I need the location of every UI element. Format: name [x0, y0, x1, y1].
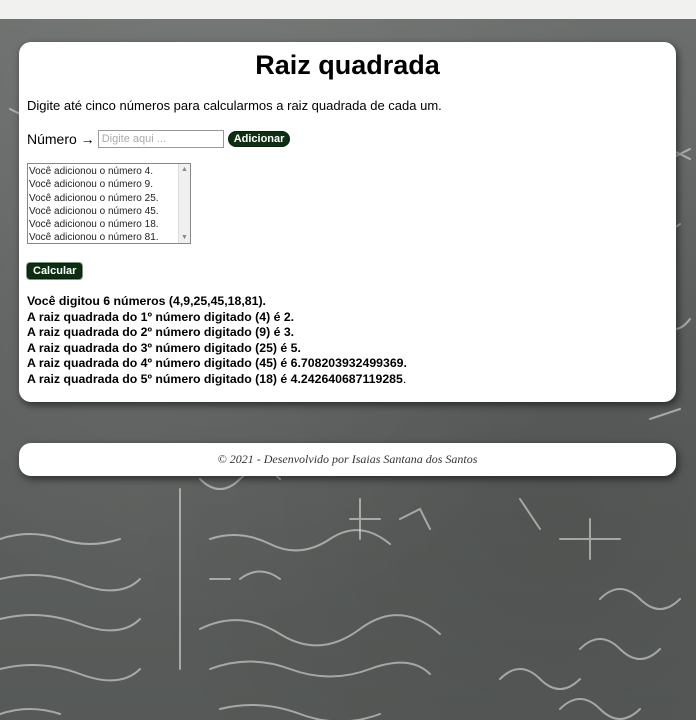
- page-description: Digite até cinco números para calcularmo…: [27, 98, 442, 113]
- listbox-scrollbar[interactable]: ▲ ▼: [178, 164, 190, 243]
- result-line: A raiz quadrada do 1º número digitado (4…: [27, 309, 295, 324]
- result-line: A raiz quadrada do 4º número digitado (4…: [27, 356, 407, 370]
- list-item[interactable]: Você adicionou o número 4.: [29, 165, 178, 178]
- result-line: A raiz quadrada do 2º número digitado (9…: [27, 325, 295, 339]
- list-item[interactable]: Você adicionou o número 9.: [29, 178, 178, 191]
- list-item[interactable]: Você adicionou o número 81.: [29, 231, 178, 243]
- results-block: Você digitou 6 números (4,9,25,45,18,81)…: [27, 294, 407, 387]
- list-item[interactable]: Você adicionou o número 45.: [29, 205, 178, 218]
- results-summary: Você digitou 6 números (4,9,25,45,18,81)…: [27, 294, 266, 308]
- scroll-up-icon[interactable]: ▲: [181, 166, 188, 173]
- footer: © 2021 - Desenvolvido por Isaias Santana…: [19, 443, 676, 476]
- result-line: A raiz quadrada do 3º número digitado (2…: [27, 340, 301, 355]
- add-button[interactable]: Adicionar: [227, 131, 291, 147]
- listbox-items: Você adicionou o número 4. Você adicionou…: [29, 165, 178, 243]
- result-lines: A raiz quadrada do 1º número digitado (4…: [27, 310, 407, 388]
- number-input[interactable]: [97, 130, 224, 148]
- numbers-listbox[interactable]: Você adicionou o número 4. Você adicionou…: [27, 163, 191, 244]
- list-item[interactable]: Você adicionou o número 18.: [29, 218, 178, 231]
- result-line: A raiz quadrada do 5º número digitado (1…: [27, 371, 407, 386]
- main-card: Raiz quadrada Digite até cinco números p…: [19, 42, 676, 402]
- list-item[interactable]: Você adicionou o número 25.: [29, 192, 178, 205]
- footer-text: © 2021 - Desenvolvido por Isaias Santana…: [217, 452, 478, 466]
- number-input-row: Número → Adicionar: [27, 130, 291, 148]
- page-title: Raiz quadrada: [255, 50, 440, 80]
- scroll-down-icon[interactable]: ▼: [181, 234, 188, 241]
- number-label: Número →: [27, 131, 95, 147]
- calculate-button[interactable]: Calcular: [27, 263, 83, 279]
